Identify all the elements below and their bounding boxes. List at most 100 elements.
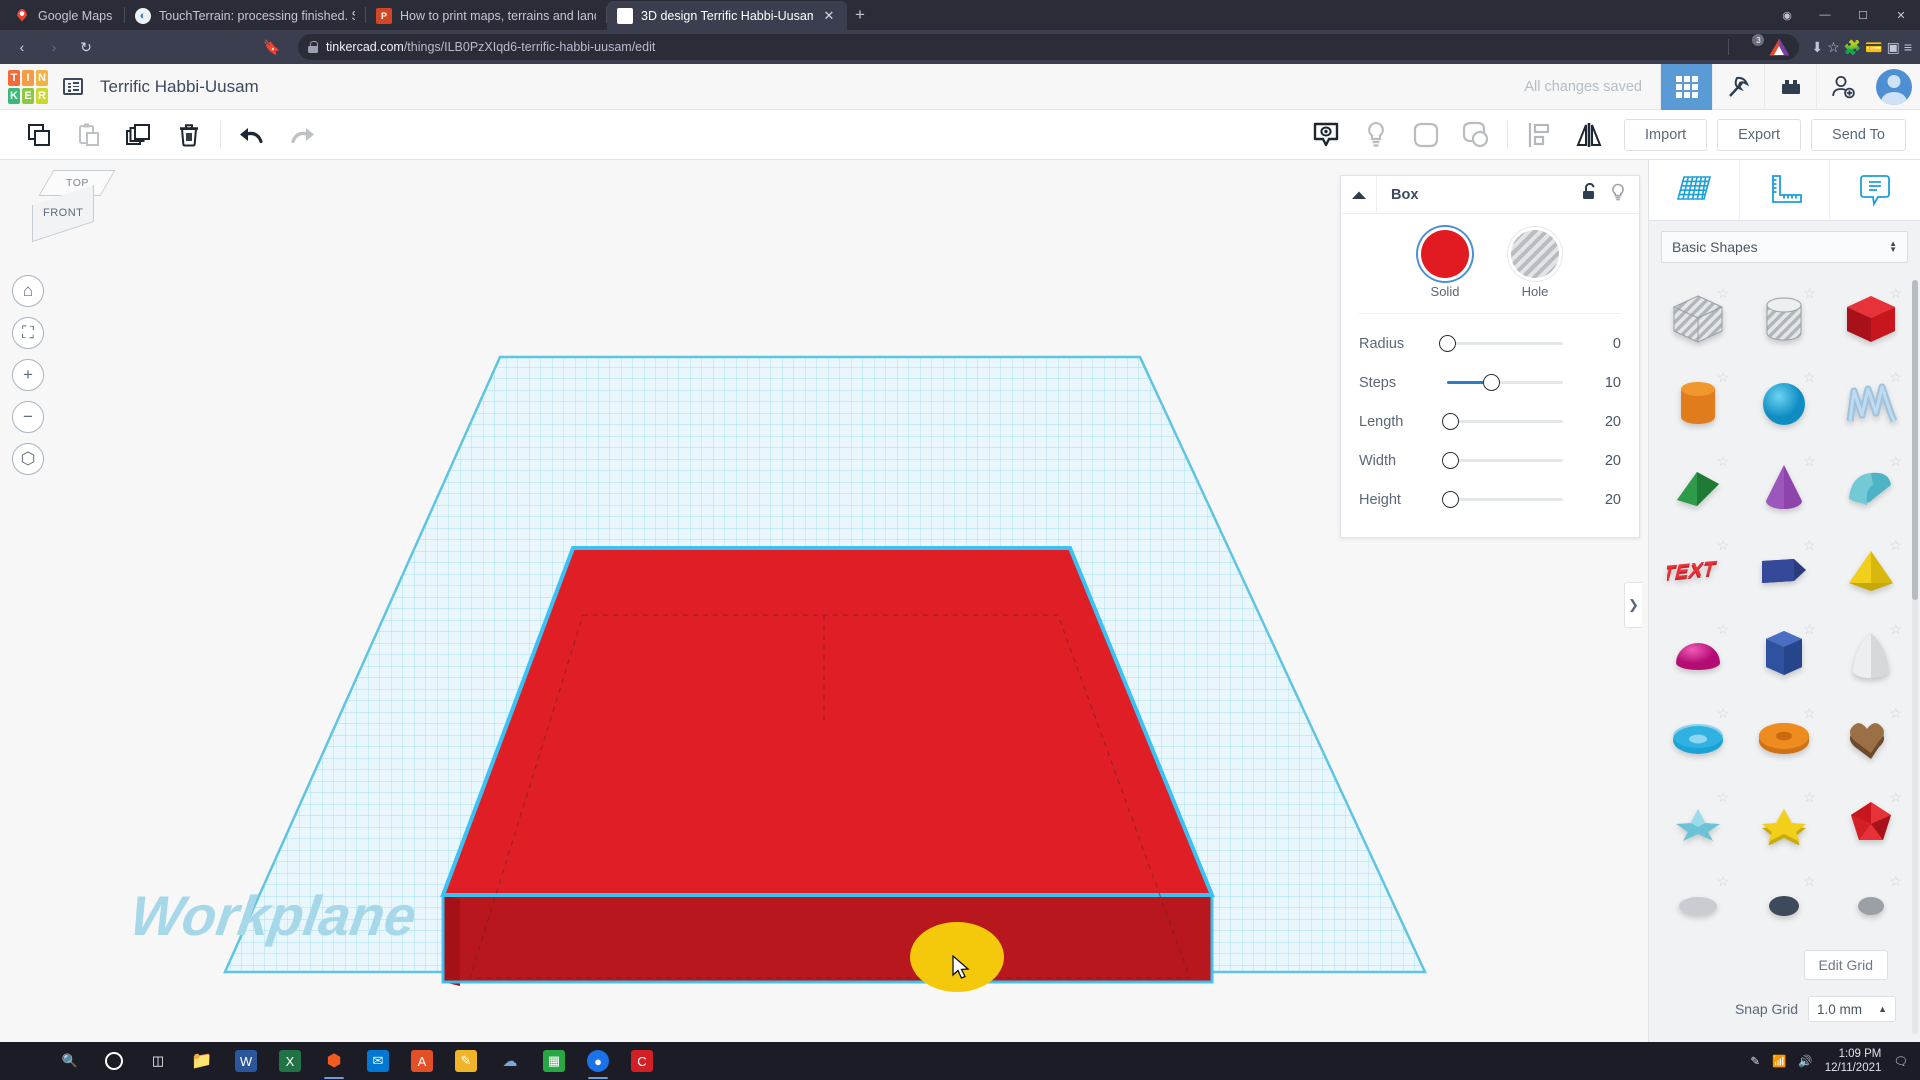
favorite-star-icon[interactable]: ☆ [1803,873,1816,890]
network-icon[interactable]: 📶 [1772,1054,1786,1068]
ortho-perspective-button[interactable]: ⬡ [12,443,44,475]
task-view-icon[interactable]: ◫ [136,1042,180,1080]
align-button[interactable] [1514,110,1564,160]
star-bookmark-icon[interactable]: ☆ [1827,39,1840,56]
sidebar-scroll-thumb[interactable] [1912,280,1918,600]
taskbar-app-onedrive[interactable]: ☁ [488,1042,532,1080]
undo-button[interactable] [227,110,277,160]
shape-item-extrusion[interactable]: ☆ [1741,529,1827,613]
workplane-tab[interactable] [1649,160,1740,220]
shape-item-cylinder[interactable]: ☆ [1655,361,1741,445]
shape-item-box-hole[interactable]: ☆ [1655,277,1741,361]
length-slider[interactable] [1437,412,1577,432]
window-maximize-button[interactable]: ☐ [1844,0,1882,30]
shape-item-cylinder-hole[interactable]: ☆ [1741,277,1827,361]
tinkercad-logo[interactable]: T I N K E R [8,69,48,104]
browser-menu-icon[interactable]: ≡ [1904,39,1912,55]
window-minimize-button[interactable]: — [1806,0,1844,30]
home-view-button[interactable]: ⌂ [12,275,44,307]
shape-item-star-thick[interactable]: ☆ [1741,781,1827,865]
pen-icon[interactable]: ✎ [1750,1054,1760,1068]
sidebar-scrollbar[interactable] [1912,280,1918,1034]
chevron-up-icon[interactable] [1341,175,1377,214]
shape-item-round-roof[interactable]: ☆ [1828,445,1914,529]
taskbar-app-brave[interactable]: ⬢ [312,1042,356,1080]
browser-tab-1[interactable]: ◐ TouchTerrain: processing finished. Set… [125,1,365,30]
lightbulb-icon[interactable] [1611,183,1625,206]
edit-grid-button[interactable]: Edit Grid [1803,950,1888,980]
radius-slider[interactable] [1437,334,1577,354]
shape-item-hexagon-prism[interactable]: ☆ [1741,613,1827,697]
shape-item-extra-1[interactable]: ☆ [1655,865,1741,949]
forward-button[interactable]: › [40,34,68,60]
ruler-light-button[interactable] [1351,110,1401,160]
radius-value[interactable]: 0 [1577,336,1621,352]
taskbar-app-c[interactable]: C [620,1042,664,1080]
shape-item-pyramid[interactable]: ☆ [1828,529,1914,613]
shape-item-cone[interactable]: ☆ [1741,445,1827,529]
extensions-icon[interactable]: 🧩 [1844,39,1861,56]
export-button[interactable]: Export [1717,118,1802,151]
shape-item-polygon-sphere[interactable]: ☆ [1828,781,1914,865]
taskbar-app-mail[interactable]: ✉ [356,1042,400,1080]
codeblocks-pickaxe-icon[interactable] [1712,63,1764,110]
steps-slider[interactable] [1437,373,1577,393]
brave-shields-icon[interactable]: 3 [1739,34,1765,57]
zoom-out-button[interactable]: − [12,401,44,433]
ruler-tab[interactable] [1740,160,1831,220]
taskbar-app-adobe[interactable]: A [400,1042,444,1080]
workspace-canvas[interactable]: Workplane TOP FRONT ⌂ ⛶ + − ⬡ Box Solid … [0,160,1920,1058]
browser-tab-3-active[interactable]: 3D design Terrific Habbi-Uusam | ✕ [607,1,847,30]
width-value[interactable]: 20 [1577,453,1621,469]
mode-hole[interactable]: Hole [1511,230,1559,299]
browser-tab-0[interactable]: Google Maps [4,1,124,30]
shape-item-text[interactable]: ☆ TEXT TEXT [1655,529,1741,613]
shape-item-extra-3[interactable]: ☆ [1828,865,1914,949]
gallery-grid-icon[interactable] [1660,63,1712,110]
send-to-button[interactable]: Send To [1811,118,1906,151]
dots-menu-icon[interactable]: ◉ [1768,0,1806,30]
shape-item-box[interactable]: ☆ [1828,277,1914,361]
favorite-star-icon[interactable]: ☆ [1717,873,1730,890]
taskbar-app-calc-green[interactable]: ▦ [532,1042,576,1080]
taskbar-app-chrome[interactable]: ● [576,1042,620,1080]
shape-item-star-thin[interactable]: ☆ [1655,781,1741,865]
shape-item-heart[interactable]: ☆ [1828,697,1914,781]
height-slider[interactable] [1437,490,1577,510]
shape-item-half-sphere[interactable]: ☆ [1655,613,1741,697]
mirror-button[interactable] [1564,110,1614,160]
wallet-icon[interactable]: 💳 [1865,39,1882,56]
bookmark-icon[interactable]: 🔖 [258,34,286,60]
taskbar-app-file-explorer[interactable]: 📁 [180,1042,224,1080]
shape-item-wedge[interactable]: ☆ [1655,445,1741,529]
steps-value[interactable]: 10 [1577,375,1621,391]
address-bar[interactable]: tinkercad.com/things/ILB0PzXIqd6-terrifi… [298,34,1800,60]
shape-item-paraboloid[interactable]: ☆ [1828,613,1914,697]
group-button[interactable] [1401,110,1451,160]
browser-tab-2[interactable]: P How to print maps, terrains and landsc [366,1,606,30]
fit-view-button[interactable]: ⛶ [12,317,44,349]
window-close-button[interactable]: ✕ [1882,0,1920,30]
mode-solid[interactable]: Solid [1421,230,1469,299]
width-slider[interactable] [1437,451,1577,471]
shape-item-extra-2[interactable]: ☆ [1741,865,1827,949]
shape-item-scribble[interactable]: ☆ [1828,361,1914,445]
reload-button[interactable]: ↻ [72,34,100,60]
tab-close-icon[interactable]: ✕ [821,8,837,24]
redo-button[interactable] [277,110,327,160]
volume-icon[interactable]: 🔊 [1798,1054,1812,1068]
paste-button[interactable] [64,110,114,160]
back-button[interactable]: ‹ [8,34,36,60]
notes-tab[interactable] [1830,160,1920,220]
downloads-icon[interactable]: ⬇ [1811,39,1823,56]
add-person-icon[interactable] [1816,63,1868,110]
blocks-brick-icon[interactable] [1764,63,1816,110]
taskbar-app-word[interactable]: W [224,1042,268,1080]
duplicate-button[interactable] [114,110,164,160]
snap-grid-select[interactable]: 1.0 mm ▲ [1808,996,1896,1022]
delete-button[interactable] [164,110,214,160]
shape-item-torus[interactable]: ☆ [1655,697,1741,781]
shape-category-select[interactable]: Basic Shapes ▲ ▼ [1661,231,1908,263]
panel-collapse-toggle[interactable]: ❯ [1624,582,1642,628]
shape-item-sphere[interactable]: ☆ [1741,361,1827,445]
